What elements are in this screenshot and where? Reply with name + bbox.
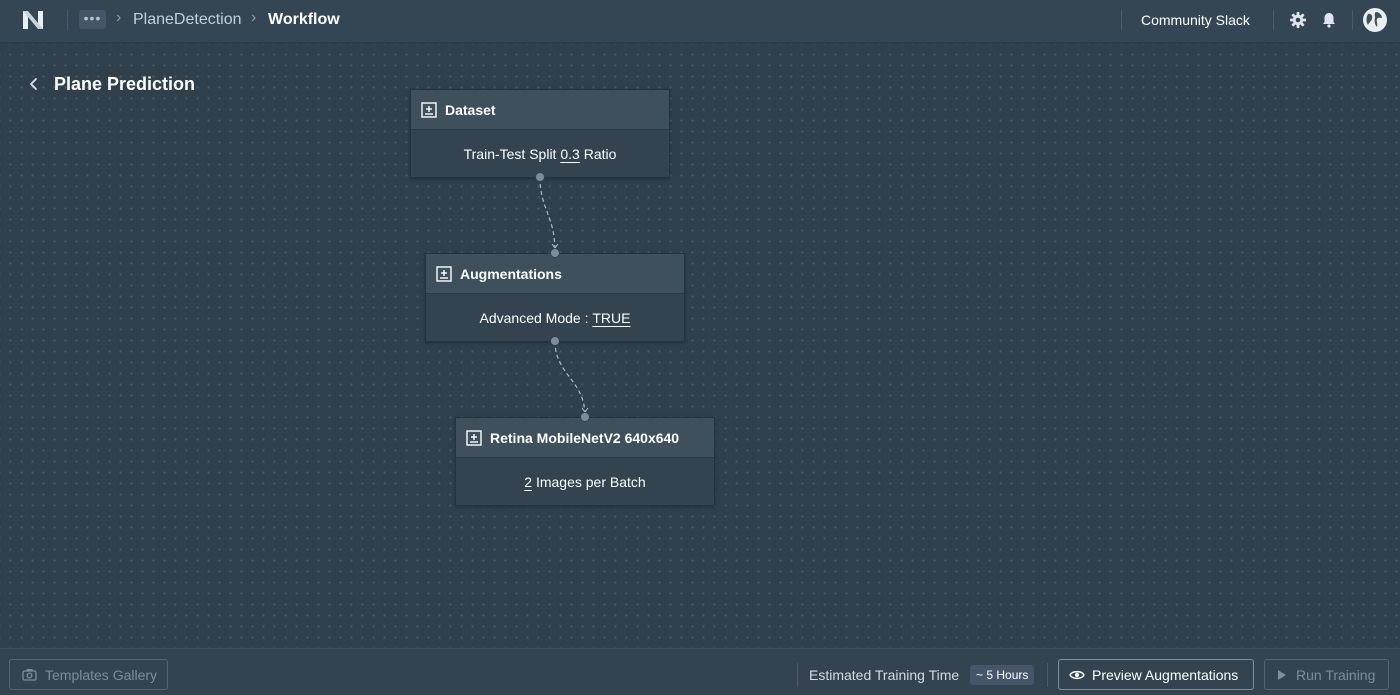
top-bar: ••• › PlaneDetection › Workflow Communit… [0,0,1400,43]
globe-avatar-icon[interactable] [1363,8,1387,32]
preview-augmentations-label: Preview Augmentations [1092,666,1239,683]
node-text: Train-Test Split [463,145,561,162]
advanced-mode-value[interactable]: TRUE [592,310,630,326]
expand-box-icon[interactable] [436,265,452,282]
logo-icon[interactable] [22,9,44,31]
eye-icon [1069,670,1085,679]
node-body: Advanced Mode : TRUE [426,294,684,341]
node-model[interactable]: Retina MobileNetV2 640x640 2 Images per … [455,417,715,506]
workflow-canvas[interactable] [0,44,1400,648]
node-body: 2 Images per Batch [456,458,714,505]
node-title: Retina MobileNetV2 640x640 [490,429,680,446]
batch-size-value[interactable]: 2 [524,474,532,490]
node-header: Augmentations [426,254,684,294]
preview-augmentations-button[interactable]: Preview Augmentations [1058,659,1254,690]
run-training-label: Run Training [1296,666,1376,683]
divider [1352,10,1353,30]
divider [67,10,68,30]
bottom-bar: Templates Gallery Estimated Training Tim… [0,648,1400,695]
node-body: Train-Test Split 0.3 Ratio [411,130,669,177]
node-header: Dataset [411,90,669,130]
play-icon [1278,669,1286,680]
divider [797,663,798,687]
estimated-time-label: Estimated Training Time [809,667,960,683]
divider [1121,10,1122,30]
node-text: Images per Batch [532,473,646,490]
expand-box-icon[interactable] [466,429,482,446]
node-dataset[interactable]: Dataset Train-Test Split 0.3 Ratio [410,89,670,178]
gear-icon[interactable] [1289,11,1307,29]
back-chevron-icon[interactable] [26,75,42,93]
node-augmentations[interactable]: Augmentations Advanced Mode : TRUE [425,253,685,342]
node-text: Ratio [579,145,617,162]
chevron-right-icon: › [116,9,122,26]
camera-icon [22,669,37,681]
estimated-time-badge: ~ 5 Hours [970,665,1035,685]
node-title: Dataset [445,101,496,118]
split-ratio-value[interactable]: 0.3 [560,146,579,162]
more-button[interactable]: ••• [79,10,106,29]
node-header: Retina MobileNetV2 640x640 [456,418,714,458]
breadcrumb-project[interactable]: PlaneDetection [133,11,242,29]
divider [1047,663,1048,687]
node-text: Advanced Mode : [479,309,593,326]
breadcrumb-current: Workflow [268,11,340,28]
run-training-button[interactable]: Run Training [1264,659,1389,690]
node-title: Augmentations [460,265,562,282]
templates-gallery-button[interactable]: Templates Gallery [9,659,168,690]
community-slack-link[interactable]: Community Slack [1141,12,1250,28]
expand-box-icon[interactable] [421,101,437,118]
bell-icon[interactable] [1320,11,1338,29]
chevron-right-icon: › [251,9,257,26]
divider [1273,10,1274,30]
page-title: Plane Prediction [54,74,196,94]
templates-gallery-label: Templates Gallery [45,666,158,683]
